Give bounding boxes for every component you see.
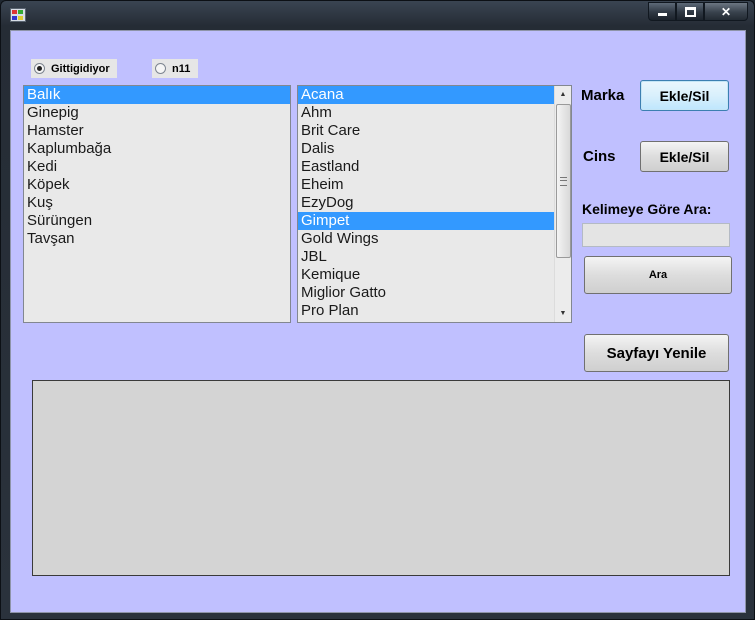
brand-list-item[interactable]: Pro Plan (298, 302, 571, 320)
refresh-page-button[interactable]: Sayfayı Yenile (584, 334, 729, 372)
radio-n11[interactable]: n11 (152, 59, 198, 78)
minimize-button[interactable] (648, 2, 676, 21)
brand-list-item[interactable]: Gimpet (298, 212, 571, 230)
category-list-item[interactable]: Balık (24, 86, 290, 104)
minimize-icon (657, 13, 667, 16)
category-list-item[interactable]: Kuş (24, 194, 290, 212)
brand-list-item[interactable]: Ahm (298, 104, 571, 122)
category-list-item[interactable]: Köpek (24, 176, 290, 194)
scroll-up-arrow-icon[interactable]: ▲ (555, 86, 571, 103)
form-client-area: Gittigidiyor n11 Balık Ginepig Hamster Kapl… (10, 30, 746, 613)
close-button[interactable]: ✕ (704, 2, 748, 21)
search-button[interactable]: Ara (584, 256, 732, 294)
category-list-item[interactable]: Hamster (24, 122, 290, 140)
brand-list-item[interactable]: Brit Care (298, 122, 571, 140)
brand-list-item[interactable]: Eastland (298, 158, 571, 176)
category-list-item[interactable]: Sürüngen (24, 212, 290, 230)
category-list-item[interactable]: Kaplumbağa (24, 140, 290, 158)
category-list-item[interactable]: Ginepig (24, 104, 290, 122)
radio-checked-icon (34, 63, 45, 74)
brand-list-item[interactable]: Gold Wings (298, 230, 571, 248)
grip-icon (560, 177, 567, 186)
cins-ekle-sil-button[interactable]: Ekle/Sil (640, 141, 729, 172)
radio-label: Gittigidiyor (51, 62, 110, 75)
category-listbox[interactable]: Balık Ginepig Hamster Kaplumbağa Kedi Köpek Ku… (23, 85, 291, 323)
maximize-icon (684, 6, 696, 17)
brand-list-item[interactable]: Acana (298, 86, 571, 104)
close-icon: ✕ (720, 4, 732, 19)
brand-list-item[interactable]: Eheim (298, 176, 571, 194)
title-bar[interactable]: ✕ (1, 1, 754, 29)
brand-list-item[interactable]: EzyDog (298, 194, 571, 212)
search-input[interactable] (582, 223, 730, 247)
brand-list-item[interactable]: Miglior Gatto (298, 284, 571, 302)
scroll-thumb[interactable] (556, 104, 571, 258)
brand-scrollbar[interactable]: ▲ ▼ (554, 86, 571, 322)
category-list-item[interactable]: Tavşan (24, 230, 290, 248)
radio-gittigidiyor[interactable]: Gittigidiyor (31, 59, 117, 78)
scroll-down-arrow-icon[interactable]: ▼ (555, 305, 571, 322)
search-label: Kelimeye Göre Ara: (582, 201, 712, 217)
marka-label: Marka (581, 87, 625, 104)
radio-label: n11 (172, 62, 191, 75)
brand-listbox[interactable]: Acana Ahm Brit Care Dalis Eastland Eheim EzyDo… (297, 85, 572, 323)
brand-list-item[interactable]: Kemique (298, 266, 571, 284)
maximize-button[interactable] (676, 2, 704, 21)
brand-list-item[interactable]: JBL (298, 248, 571, 266)
app-window: ✕ Gittigidiyor n11 Balık Ginepig Hamster Ka… (0, 0, 755, 620)
category-list-item[interactable]: Kedi (24, 158, 290, 176)
marka-ekle-sil-button[interactable]: Ekle/Sil (640, 80, 729, 111)
radio-unchecked-icon (155, 63, 166, 74)
app-icon[interactable] (10, 8, 26, 22)
results-panel (32, 380, 730, 576)
cins-label: Cins (583, 148, 616, 165)
brand-list-item[interactable]: Dalis (298, 140, 571, 158)
